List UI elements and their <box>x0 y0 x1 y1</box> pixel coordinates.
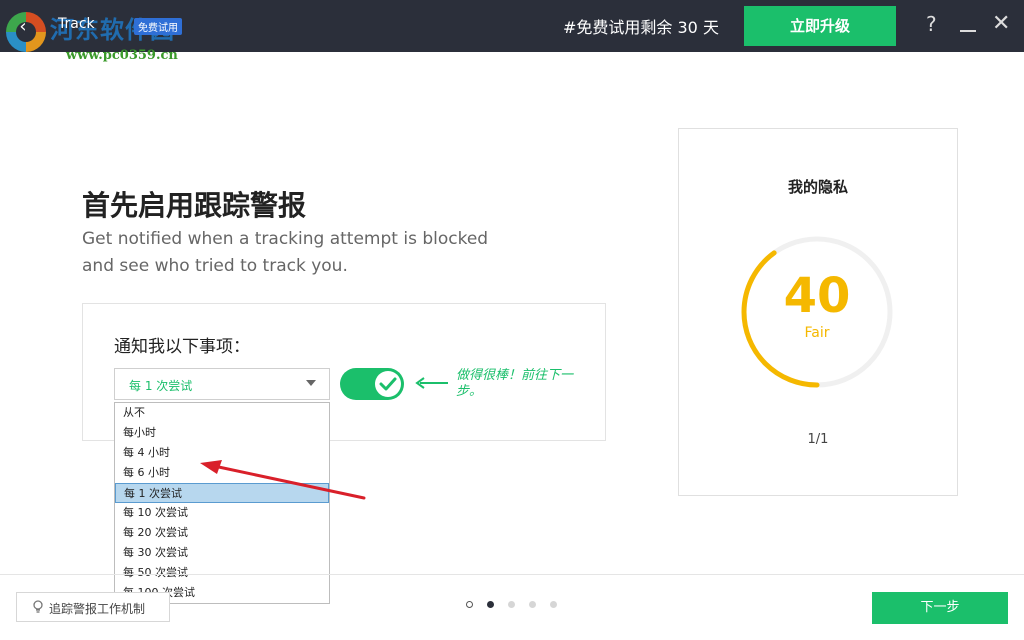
watermark-url: www.pc0359.cn <box>66 48 178 63</box>
dropdown-option[interactable]: 每 20 次尝试 <box>115 523 329 543</box>
title-bar: ‹ 河东软件园 Track 免费试用 #免费试用剩余 30 天 立即升级 ? ✕ <box>0 0 1024 52</box>
toggle-knob <box>375 371 401 397</box>
privacy-rating: Fair <box>804 325 830 341</box>
notify-label: 通知我以下事项： <box>114 337 250 357</box>
trial-badge: 免费试用 <box>134 18 182 35</box>
step-dot[interactable] <box>529 601 536 608</box>
step-dot-active[interactable] <box>487 601 494 608</box>
frequency-select[interactable]: 每 1 次尝试 <box>114 368 330 400</box>
check-icon <box>379 377 397 391</box>
alerts-toggle[interactable] <box>340 368 404 400</box>
hint-text: 做得很棒！前往下一步。 <box>456 368 574 399</box>
dropdown-option[interactable]: 每 30 次尝试 <box>115 543 329 563</box>
step-dot[interactable] <box>550 601 557 608</box>
close-icon[interactable]: ✕ <box>992 12 1010 36</box>
back-arrow-icon[interactable]: ‹ <box>12 16 34 38</box>
annotation-arrow <box>200 460 366 500</box>
step-dot[interactable] <box>466 601 473 608</box>
minimize-icon[interactable] <box>960 14 978 34</box>
page-subtext: Get notified when a tracking attempt is … <box>82 229 489 276</box>
privacy-pager: 1/1 <box>807 432 829 447</box>
footer-divider <box>0 574 1024 575</box>
hint-arrow-icon <box>415 377 448 389</box>
lightbulb-icon <box>33 600 43 613</box>
chevron-down-icon[interactable] <box>306 380 316 386</box>
upgrade-button[interactable]: 立即升级 <box>744 6 896 46</box>
privacy-score: 40 <box>783 268 851 324</box>
dropdown-option[interactable]: 每 10 次尝试 <box>115 503 329 523</box>
page-heading: 首先启用跟踪警报 <box>82 189 307 222</box>
app-title: Track <box>58 16 95 32</box>
dropdown-option[interactable]: 每 50 次尝试 <box>115 563 329 583</box>
dropdown-option[interactable]: 每小时 <box>115 423 329 443</box>
step-dot[interactable] <box>508 601 515 608</box>
next-button[interactable]: 下一步 <box>872 592 1008 624</box>
dropdown-option[interactable]: 从不 <box>115 403 329 423</box>
privacy-title: 我的隐私 <box>787 178 848 196</box>
trial-remaining-text: #免费试用剩余 30 天 <box>563 18 719 37</box>
help-icon[interactable]: ? <box>926 12 937 36</box>
